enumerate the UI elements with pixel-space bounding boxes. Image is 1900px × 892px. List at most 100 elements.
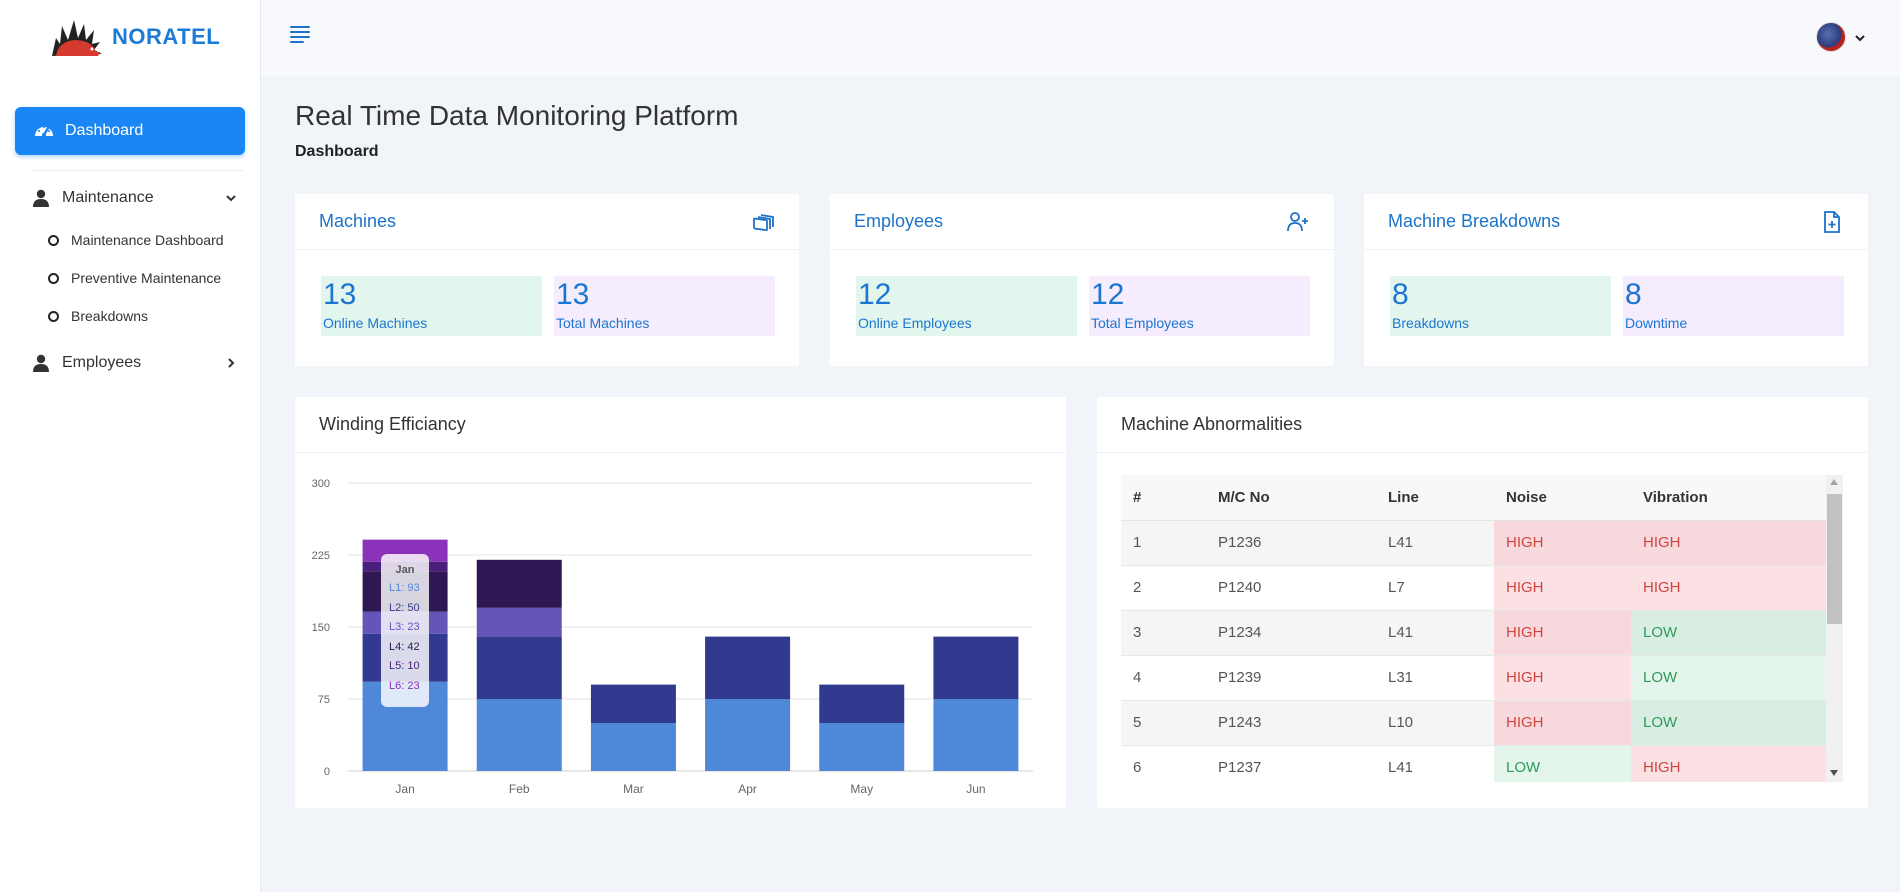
sidebar-item-dashboard[interactable]: Dashboard [15,107,245,155]
stat-breakdowns: 8 Breakdowns [1390,276,1611,336]
table-cell: HIGH [1631,565,1826,611]
card-title: Machine Breakdowns [1388,211,1561,231]
sidebar-subitem-preventive-maintenance[interactable]: Preventive Maintenance [48,267,221,289]
table-cell: L41 [1376,520,1494,566]
table-row[interactable]: 2 P1240 L7 HIGH HIGH [1121,565,1826,611]
sidebar-subitem-label: Preventive Maintenance [71,270,222,286]
circle-icon [48,234,59,246]
chevron-right-icon [225,357,237,369]
chevron-down-icon [225,192,237,204]
bar-segment-l3-feb[interactable] [476,607,562,637]
abnormalities-table-wrapper[interactable]: # M/C No Line Noise Vibration 1 P1236 L41 H… [1121,475,1843,782]
table-cell: LOW [1494,745,1631,782]
y-tick-label: 150 [312,622,330,634]
stat-label: Total Machines [556,315,650,331]
bar-segment-l1-apr[interactable] [705,699,791,771]
sidebar-subitem-maintenance-dashboard[interactable]: Maintenance Dashboard [48,229,224,251]
table-row[interactable]: 1 P1236 L41 HIGH HIGH [1121,520,1826,566]
menu-toggle-icon[interactable] [289,24,313,46]
table-row[interactable]: 6 P1237 L41 LOW HIGH [1121,745,1826,782]
x-tick-label: Mar [623,782,644,796]
bar-segment-l2-may[interactable] [819,684,905,723]
y-tick-label: 0 [324,766,330,778]
sidebar-subitem-label: Maintenance Dashboard [71,232,224,248]
column-header: Vibration [1631,475,1826,521]
table-cell: LOW [1631,610,1826,656]
table-cell: HIGH [1494,655,1631,701]
bar-segment-l2-apr[interactable] [705,636,791,699]
tooltip-line: L2: 50 [389,601,420,614]
bar-segment-l4-feb[interactable] [476,559,562,608]
file-plus-icon [1820,210,1844,234]
avatar[interactable] [1816,22,1846,52]
breakdowns-card: Machine Breakdowns 8 Breakdowns 8 Downti… [1364,194,1868,366]
table-cell: P1237 [1206,745,1376,782]
brand-name: NORATEL [112,24,221,49]
x-tick-label: Apr [738,782,757,796]
table-cell: LOW [1631,655,1826,701]
machines-icon [751,210,775,234]
bar-segment-l2-jun[interactable] [933,636,1019,699]
tooltip-line: L6: 23 [389,679,420,692]
card-title: Machines [319,211,397,231]
stat-value: 13 [556,278,590,311]
stat-value: 12 [858,278,892,311]
sidebar: NORATEL Dashboard Maintenance Maintenanc… [0,0,261,892]
card-title: Employees [854,211,944,231]
sidebar-item-label: Employees [62,354,142,371]
table-header-row: # M/C No Line Noise Vibration [1121,475,1826,521]
table-scrollbar[interactable] [1826,475,1843,782]
bar-segment-l1-feb[interactable] [476,699,562,771]
stat-label: Online Machines [323,315,428,331]
table-cell: HIGH [1631,520,1826,566]
sidebar-item-label: Dashboard [65,122,144,139]
y-tick-label: 225 [312,550,330,562]
stat-value: 13 [323,278,357,311]
machines-card: Machines 13 Online Machines 13 Total Mac… [295,194,799,366]
scroll-up-arrow-icon[interactable] [1830,479,1838,485]
stat-downtime: 8 Downtime [1623,276,1844,336]
table-cell: 5 [1121,700,1206,746]
table-cell: HIGH [1631,745,1826,782]
table-cell: P1243 [1206,700,1376,746]
tooltip-line: L4: 42 [389,640,420,653]
bar-segment-l1-mar[interactable] [590,723,676,771]
sidebar-item-label: Maintenance [62,189,154,206]
stat-total-employees: 12 Total Employees [1089,276,1310,336]
machine-abnormalities-card: Machine Abnormalities # M/C No Line Nois… [1097,397,1868,808]
table-cell: 1 [1121,520,1206,566]
table-cell: L41 [1376,745,1494,782]
bar-segment-l2-mar[interactable] [590,684,676,723]
tooltip-title: Jan [395,564,415,576]
table-row[interactable]: 3 P1234 L41 HIGH LOW [1121,610,1826,656]
table-row[interactable]: 4 P1239 L31 HIGH LOW [1121,655,1826,701]
user-plus-icon [1286,210,1310,234]
table-cell: L41 [1376,610,1494,656]
sidebar-subitem-breakdowns[interactable]: Breakdowns [48,305,148,327]
column-header: Line [1376,475,1494,521]
tooltip-line: L5: 10 [389,660,420,672]
sidebar-item-maintenance[interactable]: Maintenance [32,182,237,214]
abnormalities-table: # M/C No Line Noise Vibration 1 P1236 L41 H… [1121,475,1826,782]
x-tick-label: Feb [509,782,530,796]
stat-label: Breakdowns [1392,315,1470,331]
stat-online-machines: 13 Online Machines [321,276,542,336]
stat-online-employees: 12 Online Employees [856,276,1077,336]
table-cell: 2 [1121,565,1206,611]
scroll-down-arrow-icon[interactable] [1830,770,1838,776]
user-icon [32,189,50,207]
topbar [261,0,1900,76]
bar-segment-l2-feb[interactable] [476,636,562,699]
scroll-thumb[interactable] [1827,494,1842,624]
table-cell: P1240 [1206,565,1376,611]
chart-tooltip: Jan L1: 93 L2: 50 L3: 23 L4: 42 L5: 10 L… [381,554,429,707]
sidebar-item-employees[interactable]: Employees [32,347,237,379]
table-row[interactable]: 5 P1243 L10 HIGH LOW [1121,700,1826,746]
speedometer-icon [33,120,55,142]
bar-segment-l1-may[interactable] [819,723,905,771]
chevron-down-icon[interactable] [1854,31,1866,43]
table-cell: L7 [1376,565,1494,611]
bar-segment-l1-jun[interactable] [933,699,1019,771]
column-header: # [1121,475,1206,521]
brand-logo[interactable]: NORATEL [48,16,220,58]
